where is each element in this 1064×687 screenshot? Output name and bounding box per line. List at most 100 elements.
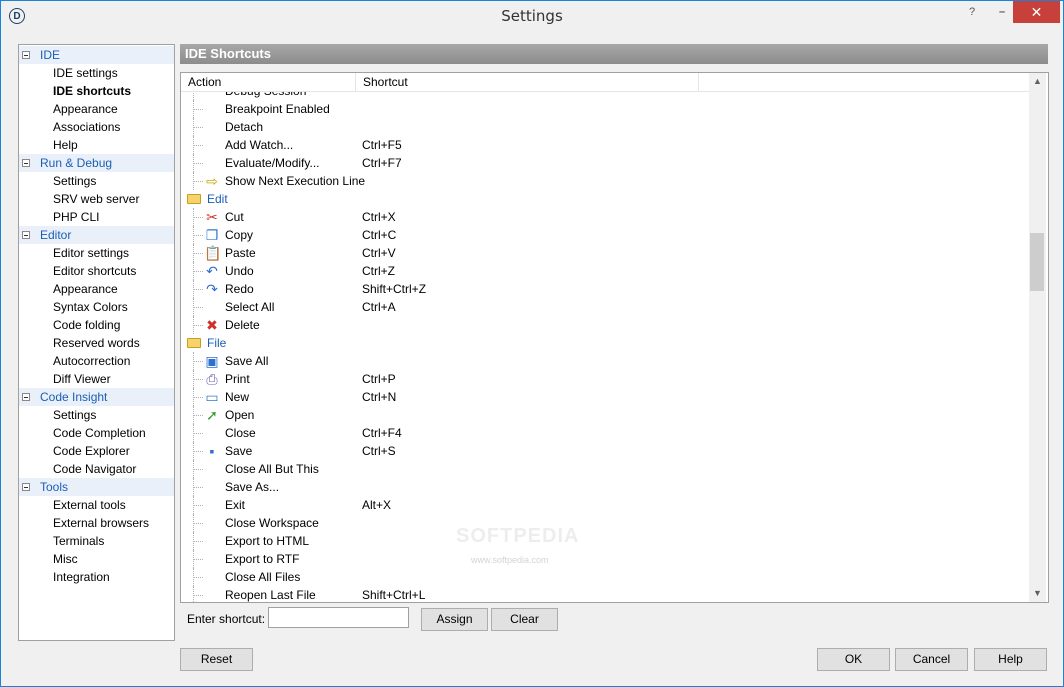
table-row[interactable]: ✖ Delete — [181, 316, 1029, 334]
table-row[interactable]: Select All Ctrl+A — [181, 298, 1029, 316]
tree-item[interactable]: Settings — [53, 406, 96, 424]
tree-item[interactable]: Settings — [53, 172, 96, 190]
tree-group[interactable]: Editor — [19, 226, 174, 244]
tree-item[interactable]: Syntax Colors — [53, 298, 128, 316]
table-row[interactable]: ⎙ Print Ctrl+P — [181, 370, 1029, 388]
table-row[interactable]: Debug Session — [181, 92, 1029, 100]
table-row[interactable]: Add Watch... Ctrl+F5 — [181, 136, 1029, 154]
table-row[interactable]: ▭ New Ctrl+N — [181, 388, 1029, 406]
table-row[interactable]: Close Ctrl+F4 — [181, 424, 1029, 442]
table-row[interactable]: Save As... — [181, 478, 1029, 496]
table-row[interactable]: Close All Files — [181, 568, 1029, 586]
tree-connector — [193, 550, 203, 568]
tree-item[interactable]: Misc — [53, 550, 78, 568]
tree-group[interactable]: Tools — [19, 478, 174, 496]
reset-button[interactable]: Reset — [180, 648, 253, 671]
shortcuts-list: Action Shortcut Debug Session Breakpoint … — [180, 72, 1049, 603]
table-row[interactable]: Breakpoint Enabled — [181, 100, 1029, 118]
copy-icon: ❐ — [205, 227, 219, 243]
collapse-icon[interactable] — [22, 231, 30, 239]
collapse-icon[interactable] — [22, 159, 30, 167]
action-cell: Close All Files — [225, 570, 301, 584]
scroll-thumb[interactable] — [1030, 233, 1044, 291]
help-button[interactable]: Help — [974, 648, 1047, 671]
table-row[interactable]: ✂ Cut Ctrl+X — [181, 208, 1029, 226]
tree-item[interactable]: SRV web server — [53, 190, 139, 208]
shortcut-cell: Ctrl+F4 — [362, 426, 402, 440]
table-row[interactable]: ↶ Undo Ctrl+Z — [181, 262, 1029, 280]
assign-button[interactable]: Assign — [421, 608, 488, 631]
tree-item[interactable]: Appearance — [53, 280, 118, 298]
action-cell: Reopen Last File — [225, 588, 316, 602]
tree-item[interactable]: External tools — [53, 496, 126, 514]
category-row[interactable]: File — [181, 334, 1029, 352]
tree-item[interactable]: Associations — [53, 118, 120, 136]
category-row[interactable]: Edit — [181, 190, 1029, 208]
table-row[interactable]: Close Workspace — [181, 514, 1029, 532]
tree-item[interactable]: Integration — [53, 568, 110, 586]
table-row[interactable]: Close All But This — [181, 460, 1029, 478]
table-row[interactable]: Detach — [181, 118, 1029, 136]
tree-item[interactable]: Code Navigator — [53, 460, 136, 478]
column-header-action[interactable]: Action — [181, 73, 356, 91]
tree-item[interactable]: Terminals — [53, 532, 104, 550]
tree-item[interactable]: Editor shortcuts — [53, 262, 136, 280]
tree-group[interactable]: Run & Debug — [19, 154, 174, 172]
tree-connector — [193, 514, 203, 532]
action-cell: Export to RTF — [225, 552, 300, 566]
table-row[interactable]: ⇨ Show Next Execution Line — [181, 172, 1029, 190]
column-header-shortcut[interactable]: Shortcut — [356, 73, 699, 91]
table-row[interactable]: Evaluate/Modify... Ctrl+F7 — [181, 154, 1029, 172]
table-row[interactable]: ▪ Save Ctrl+S — [181, 442, 1029, 460]
shortcut-input[interactable] — [268, 607, 409, 628]
collapse-icon[interactable] — [22, 51, 30, 59]
redo-icon: ↷ — [206, 281, 218, 297]
collapse-icon[interactable] — [22, 483, 30, 491]
tree-group[interactable]: IDE — [19, 46, 174, 64]
table-row[interactable]: 📋 Paste Ctrl+V — [181, 244, 1029, 262]
table-row[interactable]: ▣ Save All — [181, 352, 1029, 370]
collapse-icon[interactable] — [22, 393, 30, 401]
table-row[interactable]: Export to RTF — [181, 550, 1029, 568]
scroll-up-icon[interactable]: ▲ — [1029, 73, 1046, 90]
tree-connector — [193, 496, 203, 514]
save-icon: ▪ — [209, 443, 215, 459]
clear-button[interactable]: Clear — [491, 608, 558, 631]
tree-item[interactable]: Autocorrection — [53, 352, 130, 370]
title-bar[interactable]: Settings D ? – ✕ — [1, 1, 1063, 32]
vertical-scrollbar[interactable]: ▲ ▼ — [1029, 73, 1046, 602]
tree-item[interactable]: PHP CLI — [53, 208, 99, 226]
tree-item[interactable]: External browsers — [53, 514, 149, 532]
table-row[interactable]: ➚ Open — [181, 406, 1029, 424]
tree-connector — [193, 262, 203, 280]
tree-item[interactable]: Code folding — [53, 316, 120, 334]
table-row[interactable]: Export to HTML — [181, 532, 1029, 550]
tree-group-label: Tools — [40, 480, 69, 494]
scroll-down-icon[interactable]: ▼ — [1029, 585, 1046, 602]
table-row[interactable]: Exit Alt+X — [181, 496, 1029, 514]
list-header: Action Shortcut — [181, 73, 1029, 92]
folder-icon — [186, 335, 202, 351]
watermark-url: www.softpedia.com — [471, 555, 549, 565]
tree-item[interactable]: Code Explorer — [53, 442, 130, 460]
help-icon[interactable]: ? — [959, 1, 985, 23]
tree-item[interactable]: Reserved words — [53, 334, 140, 352]
action-cell: Copy — [225, 228, 254, 242]
table-row[interactable]: ❐ Copy Ctrl+C — [181, 226, 1029, 244]
tree-item[interactable]: IDE settings — [53, 64, 118, 82]
minimize-icon[interactable]: – — [989, 1, 1015, 23]
tree-item[interactable]: Editor settings — [53, 244, 129, 262]
tree-item[interactable]: Code Completion — [53, 424, 146, 442]
table-row[interactable]: ↷ Redo Shift+Ctrl+Z — [181, 280, 1029, 298]
shortcut-rows: Debug Session Breakpoint Enabled Detach Add… — [181, 92, 1029, 602]
tree-item[interactable]: Help — [53, 136, 78, 154]
action-cell: Save As... — [225, 480, 280, 494]
cancel-button[interactable]: Cancel — [895, 648, 968, 671]
ok-button[interactable]: OK — [817, 648, 890, 671]
close-icon[interactable]: ✕ — [1013, 1, 1060, 23]
tree-group[interactable]: Code Insight — [19, 388, 174, 406]
table-row[interactable]: Reopen Last File Shift+Ctrl+L — [181, 586, 1029, 602]
tree-item[interactable]: IDE shortcuts — [53, 82, 132, 100]
tree-item[interactable]: Diff Viewer — [53, 370, 111, 388]
tree-item[interactable]: Appearance — [53, 100, 118, 118]
